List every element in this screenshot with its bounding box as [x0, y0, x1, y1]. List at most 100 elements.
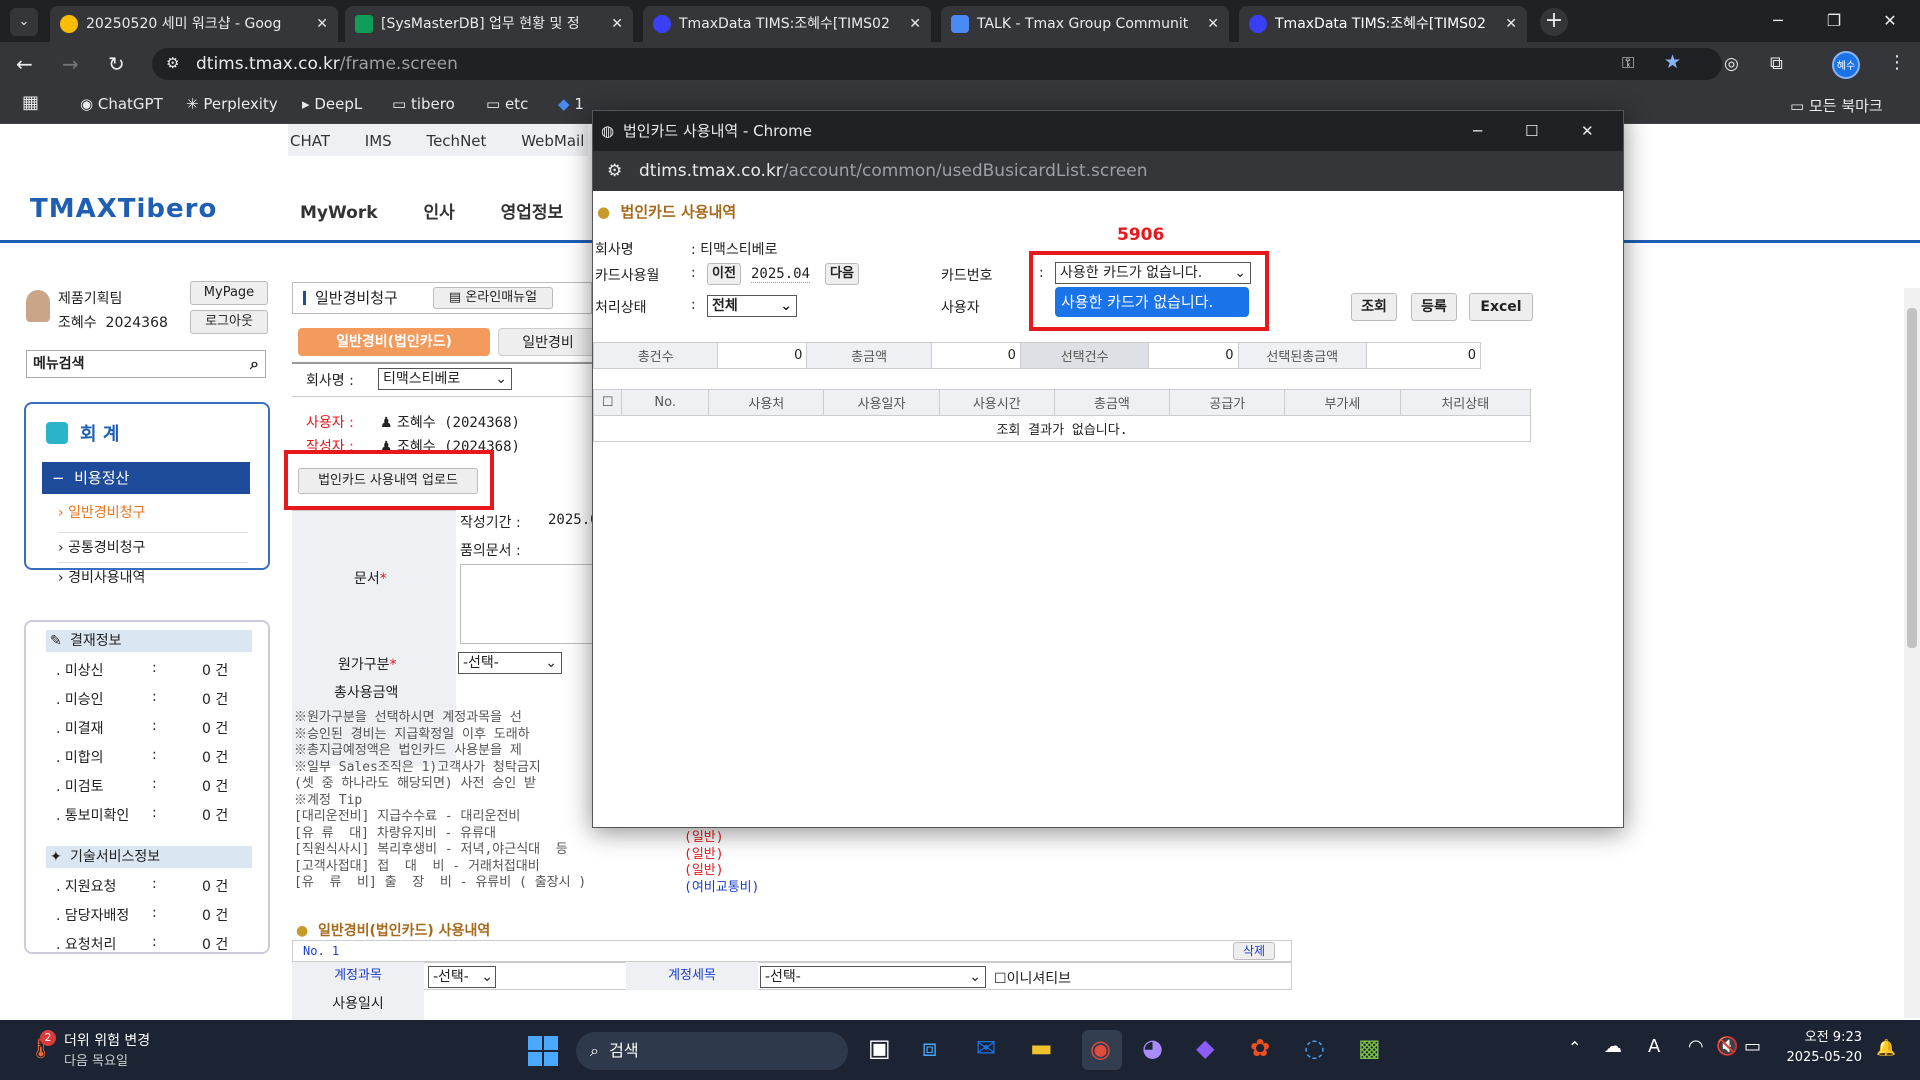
account-select[interactable]: -선택- ⌄ — [428, 966, 496, 988]
top-link-technet[interactable]: TechNet — [426, 132, 486, 150]
approval-row[interactable]: . 미결재:0 건 — [56, 718, 246, 740]
reload-icon[interactable]: ↻ — [108, 52, 125, 76]
close-tab-icon[interactable]: ✕ — [909, 6, 921, 42]
top-link-chat[interactable]: CHAT — [290, 132, 330, 150]
tab-general-card[interactable]: 일반경비(법인카드) — [298, 328, 490, 356]
volume-icon[interactable]: 🔇 — [1716, 1036, 1738, 1057]
select-all-checkbox[interactable]: ☐ — [592, 389, 623, 416]
cloud-icon[interactable]: ☁ — [1604, 1036, 1622, 1057]
browser-tab[interactable]: TmaxData TIMS:조혜수[TIMS02 ✕ — [643, 6, 931, 42]
top-link-webmail[interactable]: WebMail — [521, 132, 584, 150]
password-key-icon[interactable]: ⚿ — [1622, 53, 1634, 73]
apps-grid-icon[interactable]: ▦ — [22, 92, 39, 113]
wifi-icon[interactable]: ◠ — [1688, 1036, 1704, 1057]
popup-close-button[interactable]: ✕ — [1581, 111, 1594, 151]
approval-row[interactable]: . 미상신:0 건 — [56, 660, 246, 682]
weather-widget[interactable]: 🌡 2 더위 위험 변경 다음 목요일 — [24, 1026, 174, 1074]
file-explorer-icon[interactable]: ▬ — [1030, 1034, 1053, 1062]
menu-sales-info[interactable]: 영업정보 — [501, 203, 564, 223]
start-button[interactable] — [528, 1036, 558, 1066]
site-info-icon[interactable]: ⚙ — [166, 54, 179, 72]
all-bookmarks-folder[interactable]: ▭ 모든 북마크 — [1790, 95, 1883, 116]
browser-tab[interactable]: 20250520 세미 워크샵 - Goog ✕ — [50, 6, 338, 42]
menu-hr[interactable]: 인사 — [423, 203, 454, 223]
scrollbar-thumb[interactable] — [1907, 308, 1917, 648]
approval-row[interactable]: . 미합의:0 건 — [56, 747, 246, 769]
menu-mywork[interactable]: MyWork — [300, 203, 378, 223]
image-app-icon[interactable]: ▩ — [1358, 1034, 1381, 1062]
tech-row[interactable]: . 담당자배정:0 건 — [56, 905, 246, 927]
notification-bell-icon[interactable]: 🔔 — [1876, 1038, 1896, 1057]
search-button[interactable]: 조회 — [1351, 293, 1397, 321]
minimize-button[interactable]: ─ — [1750, 0, 1806, 42]
new-tab-button[interactable]: + — [1540, 8, 1568, 36]
profile-avatar[interactable]: 혜수 — [1832, 51, 1860, 79]
bookmark-perplexity[interactable]: ✳ Perplexity — [186, 95, 278, 113]
top-link-ims[interactable]: IMS — [365, 132, 392, 150]
tech-row[interactable]: . 요청처리:0 건 — [56, 934, 246, 956]
tech-row[interactable]: . 지원요청:0 건 — [56, 876, 246, 898]
task-view-icon[interactable]: ▣ — [868, 1034, 891, 1062]
bookmark-deepl[interactable]: ▸ DeepL — [302, 95, 362, 113]
close-tab-icon[interactable]: ✕ — [1207, 6, 1219, 42]
search-icon[interactable]: ⌕ — [250, 351, 259, 377]
clock[interactable]: 오전 9:23 2025-05-20 — [1782, 1028, 1862, 1068]
site-info-icon[interactable]: ⚙ — [607, 151, 622, 191]
approval-row[interactable]: . 통보미확인:0 건 — [56, 805, 246, 827]
bookmark-item[interactable]: ◆ 1 — [558, 95, 584, 113]
figma-icon[interactable]: ✿ — [1250, 1034, 1270, 1062]
popup-minimize-button[interactable]: ─ — [1473, 111, 1482, 151]
extensions-puzzle-icon[interactable]: ⧉ — [1770, 53, 1783, 74]
submenu-general-expense[interactable]: › 일반경비청구 — [58, 502, 145, 522]
restore-button[interactable]: ❐ — [1806, 0, 1862, 42]
mypage-button[interactable]: MyPage — [190, 281, 268, 305]
bookmark-chatgpt[interactable]: ◉ ChatGPT — [80, 95, 163, 113]
widgets-icon[interactable]: ⧈ — [922, 1034, 937, 1062]
extension-icon[interactable]: ◎ — [1724, 54, 1739, 74]
tmax-tibero-logo[interactable]: TMAXTibero — [30, 194, 217, 224]
excel-button[interactable]: Excel — [1469, 293, 1533, 321]
popup-maximize-button[interactable]: ☐ — [1525, 111, 1538, 151]
next-month-button[interactable]: 다음 — [825, 263, 859, 285]
close-tab-icon[interactable]: ✕ — [316, 6, 328, 42]
more-menu-icon[interactable]: ⋮ — [1888, 52, 1906, 73]
back-icon[interactable]: ← — [16, 52, 33, 76]
address-bar[interactable]: ⚙ dtims.tmax.co.kr/frame.screen ⚿ ★ — [152, 48, 1722, 80]
chrome-taskbar-icon[interactable]: ◉ — [1082, 1030, 1122, 1070]
status-select[interactable]: 전체 ⌄ — [707, 295, 797, 317]
close-window-button[interactable]: ✕ — [1862, 0, 1918, 42]
submenu-common-expense[interactable]: › 공통경비청구 — [58, 532, 248, 557]
bookmark-star-icon[interactable]: ★ — [1664, 51, 1681, 73]
approval-row[interactable]: . 미검토:0 건 — [56, 776, 246, 798]
forward-icon[interactable]: → — [62, 52, 79, 76]
popup-address-bar[interactable]: ⚙ dtims.tmax.co.kr/account/common/usedBus… — [593, 151, 1623, 191]
category-expense[interactable]: − 비용정산 — [42, 462, 250, 494]
detail-select[interactable]: -선택- ⌄ — [760, 966, 986, 988]
delete-button[interactable]: 삭제 — [1233, 942, 1275, 960]
browser-tab[interactable]: TALK - Tmax Group Communit ✕ — [941, 6, 1229, 42]
bookmark-folder-tibero[interactable]: ▭ tibero — [392, 95, 455, 113]
taskbar-search[interactable]: ⌕ 검색 — [576, 1032, 848, 1070]
page-scrollbar[interactable] — [1904, 288, 1920, 1018]
github-icon[interactable]: ◕ — [1142, 1034, 1163, 1062]
tab-search-button[interactable]: ⌄ — [10, 8, 38, 36]
online-manual-button[interactable]: ▤ 온라인매뉴얼 — [433, 287, 553, 309]
battery-icon[interactable]: ▭ — [1744, 1036, 1761, 1057]
tray-chevron-up-icon[interactable]: ⌃ — [1568, 1038, 1581, 1057]
logout-button[interactable]: 로그아웃 — [190, 310, 268, 334]
browser-tab[interactable]: [SysMasterDB] 업무 현황 및 정 ✕ — [345, 6, 633, 42]
menu-search-input[interactable]: 메뉴검색 ⌕ — [26, 350, 266, 378]
cost-type-select[interactable]: -선택- ⌄ — [458, 652, 562, 674]
browser-tab-active[interactable]: TmaxData TIMS:조혜수[TIMS02 ✕ — [1239, 6, 1527, 42]
outlook-icon[interactable]: ✉ — [976, 1034, 996, 1062]
close-tab-icon[interactable]: ✕ — [1505, 6, 1517, 42]
company-select[interactable]: 티맥스티베로 ⌄ — [378, 368, 512, 390]
app-icon[interactable]: ◌ — [1304, 1034, 1325, 1062]
doc-textarea[interactable] — [460, 564, 594, 644]
approval-row[interactable]: . 미승인:0 건 — [56, 689, 246, 711]
obsidian-icon[interactable]: ◆ — [1196, 1034, 1214, 1062]
input-method-icon[interactable]: A — [1648, 1036, 1660, 1057]
tab-general[interactable]: 일반경비 — [498, 328, 598, 356]
initiative-checkbox[interactable]: ☐이니셔티브 — [994, 968, 1071, 988]
bookmark-folder-etc[interactable]: ▭ etc — [486, 95, 528, 113]
